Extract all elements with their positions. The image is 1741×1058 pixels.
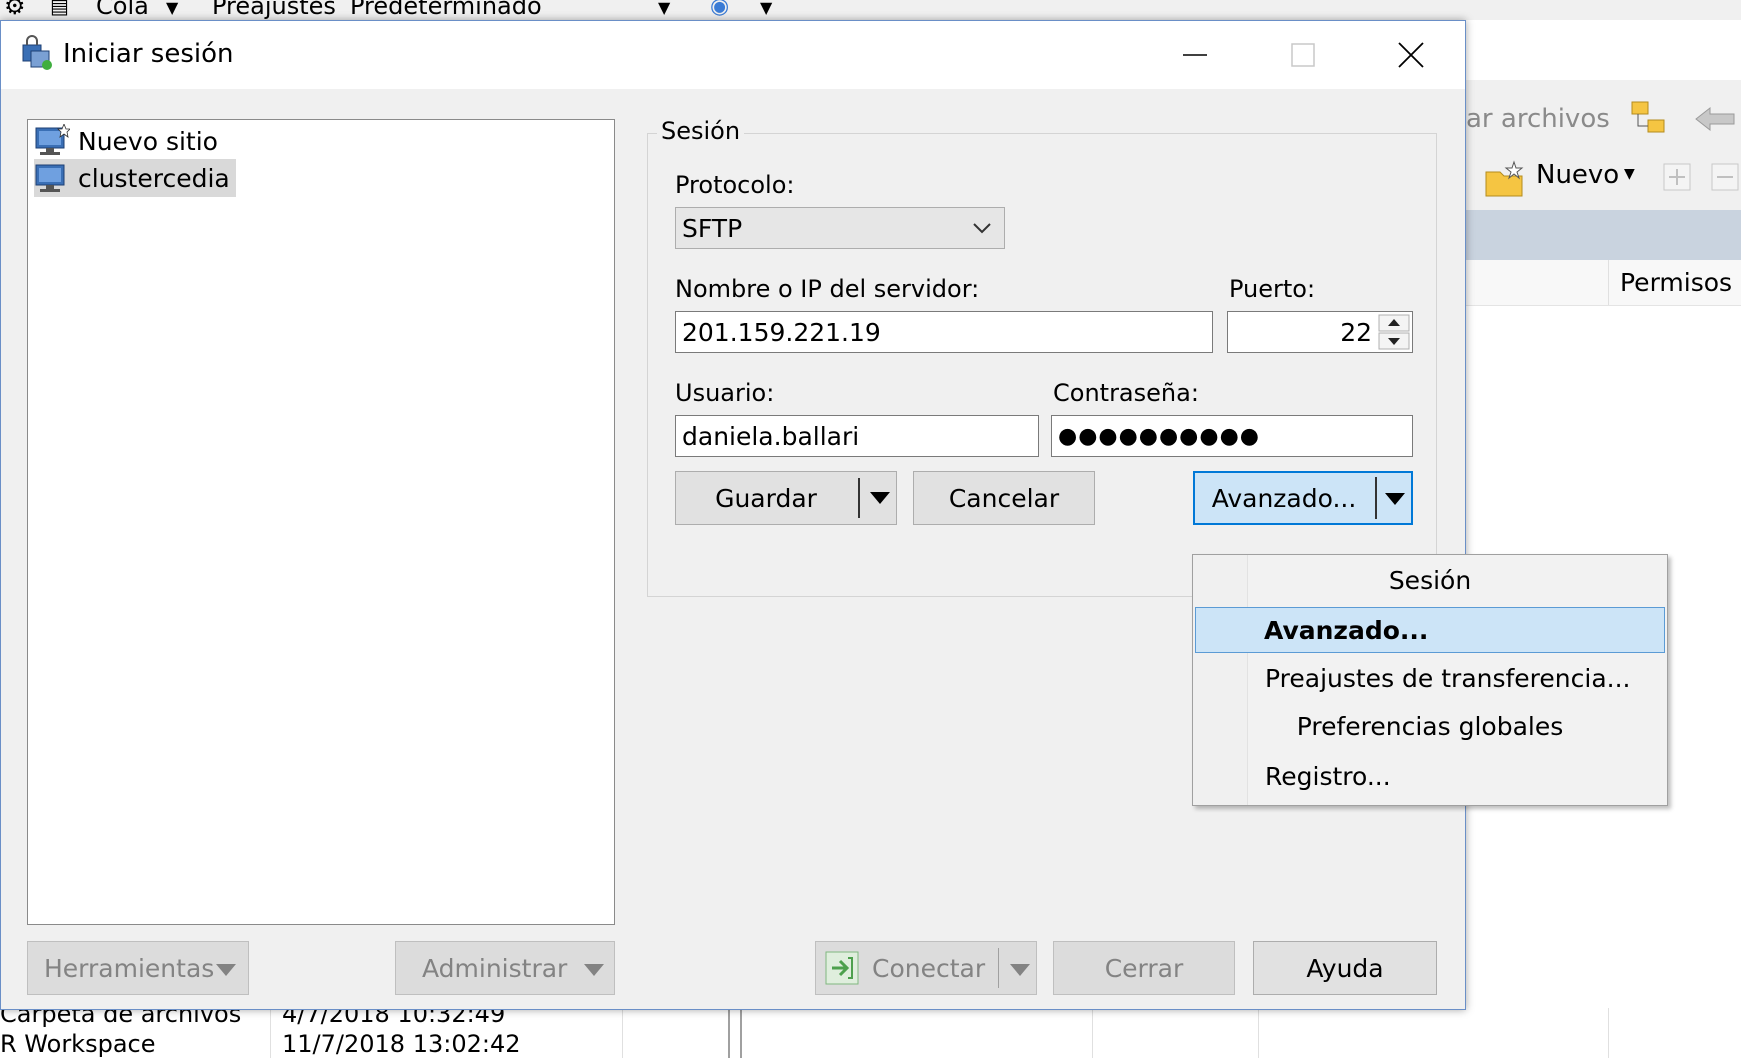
dialog-title: Iniciar sesión xyxy=(63,39,234,69)
file-type-cell[interactable]: Carpeta de archivos xyxy=(0,1008,241,1028)
site-item-new[interactable]: Nuevo sitio xyxy=(34,122,224,160)
settings-icon[interactable]: ⚙ xyxy=(4,0,26,20)
protocol-value: SFTP xyxy=(682,213,743,243)
chevron-down-icon xyxy=(584,964,604,976)
minus-icon[interactable] xyxy=(1710,162,1740,192)
tools-label: Herramientas xyxy=(44,953,215,983)
password-input[interactable]: ●●●●●●●●●● xyxy=(1051,415,1413,457)
file-date-cell[interactable]: 11/7/2018 13:02:42 xyxy=(282,1030,520,1058)
file-date-cell[interactable]: 4/7/2018 10:32:49 xyxy=(282,1008,505,1028)
maximize-button[interactable] xyxy=(1249,21,1357,89)
password-label: Contraseña: xyxy=(1053,379,1199,407)
port-value: 22 xyxy=(1340,317,1372,347)
password-value: ●●●●●●●●●● xyxy=(1058,423,1260,449)
tree-view-icon[interactable] xyxy=(1628,98,1670,140)
close-window-button[interactable] xyxy=(1357,21,1465,89)
tools-button[interactable]: Herramientas xyxy=(27,941,249,995)
chevron-down-icon[interactable]: ▼ xyxy=(1624,166,1635,182)
permissions-column-header[interactable]: Permisos xyxy=(1620,268,1732,297)
background-toolbar: ⚙ ▤ Cola ▼ Preajustes Predeterminado ▼ ◉… xyxy=(0,0,1741,20)
connect-icon xyxy=(825,951,859,985)
port-label: Puerto: xyxy=(1229,275,1316,303)
sync-icon[interactable]: ◉ xyxy=(710,0,729,19)
site-label: Nuevo sitio xyxy=(78,126,218,156)
chevron-down-icon[interactable]: ▼ xyxy=(760,0,772,17)
site-item-clustercedia[interactable]: clustercedia xyxy=(34,159,236,197)
connect-split-button[interactable]: Conectar xyxy=(815,941,1037,995)
advanced-menu: Sesión Avanzado... Preajustes de transfe… xyxy=(1192,554,1668,806)
new-folder-icon[interactable] xyxy=(1484,160,1526,200)
user-input[interactable]: daniela.ballari xyxy=(675,415,1039,457)
back-arrow-icon[interactable] xyxy=(1692,104,1738,134)
dialog-titlebar[interactable]: Iniciar sesión xyxy=(1,21,1465,89)
queue-icon: ▤ xyxy=(50,0,69,18)
menu-item-transfer-presets[interactable]: Preajustes de transferencia... xyxy=(1195,655,1665,701)
app-lock-icon xyxy=(22,35,52,70)
chevron-down-icon[interactable]: ▼ xyxy=(166,0,178,17)
host-value: 201.159.221.19 xyxy=(682,317,881,347)
minimize-button[interactable] xyxy=(1141,21,1249,89)
advanced-split-button[interactable]: Avanzado... xyxy=(1193,471,1413,525)
port-stepper[interactable] xyxy=(1378,314,1410,350)
menu-item-session[interactable]: Sesión xyxy=(1195,557,1665,603)
queue-label[interactable]: Cola xyxy=(96,0,149,20)
local-file-list: Carpeta de archivos 4/7/2018 10:32:49 R … xyxy=(0,1008,1741,1058)
session-group xyxy=(647,133,1437,597)
minimize-icon xyxy=(1183,54,1207,56)
chevron-down-icon xyxy=(216,964,236,976)
new-button[interactable]: Nuevo xyxy=(1536,160,1619,190)
connect-label: Conectar xyxy=(872,953,986,983)
new-site-icon xyxy=(35,124,70,155)
manage-label: Administrar xyxy=(422,953,568,983)
site-tree[interactable]: Nuevo sitio clustercedia xyxy=(27,119,615,925)
presets-value[interactable]: Predeterminado xyxy=(350,0,542,20)
session-legend: Sesión xyxy=(657,117,745,145)
close-icon xyxy=(1398,42,1424,68)
remote-toolbar-text[interactable]: ar archivos xyxy=(1466,104,1610,134)
remote-path-bar xyxy=(1466,210,1741,260)
chevron-down-icon[interactable] xyxy=(868,490,892,506)
login-dialog: Iniciar sesión Nuevo sitio clustercedia … xyxy=(0,20,1466,1010)
file-name-cell[interactable]: R Workspace xyxy=(0,1030,155,1058)
spin-arrows-icon xyxy=(1378,314,1410,350)
user-value: daniela.ballari xyxy=(682,421,860,451)
chevron-down-icon[interactable]: ▼ xyxy=(658,0,670,17)
help-button[interactable]: Ayuda xyxy=(1253,941,1437,995)
save-button[interactable]: Guardar xyxy=(676,484,856,513)
user-label: Usuario: xyxy=(675,379,775,407)
save-split-button[interactable]: Guardar xyxy=(675,471,897,525)
maximize-icon xyxy=(1291,43,1315,67)
chevron-down-icon[interactable] xyxy=(1008,962,1032,978)
close-button[interactable]: Cerrar xyxy=(1053,941,1235,995)
plus-icon[interactable] xyxy=(1662,162,1692,192)
host-input[interactable]: 201.159.221.19 xyxy=(675,311,1213,353)
port-input[interactable]: 22 xyxy=(1227,311,1413,353)
remote-panel-toolbar: ar archivos Nuevo ▼ xyxy=(1466,80,1741,210)
manage-button[interactable]: Administrar xyxy=(395,941,615,995)
cancel-button[interactable]: Cancelar xyxy=(913,471,1095,525)
menu-item-advanced[interactable]: Avanzado... xyxy=(1195,607,1665,653)
menu-item-global-preferences[interactable]: Preferencias globales xyxy=(1195,703,1665,749)
site-label: clustercedia xyxy=(78,163,230,193)
chevron-down-icon xyxy=(973,223,991,234)
protocol-select[interactable]: SFTP xyxy=(675,207,1005,249)
protocol-label: Protocolo: xyxy=(675,171,795,199)
host-label: Nombre o IP del servidor: xyxy=(675,275,980,303)
presets-label: Preajustes xyxy=(212,0,336,20)
remote-column-header-row: Permisos xyxy=(1466,260,1741,306)
computer-icon xyxy=(35,164,65,192)
chevron-down-icon[interactable] xyxy=(1383,491,1407,507)
menu-item-log[interactable]: Registro... xyxy=(1195,753,1665,799)
advanced-button[interactable]: Avanzado... xyxy=(1195,484,1373,513)
